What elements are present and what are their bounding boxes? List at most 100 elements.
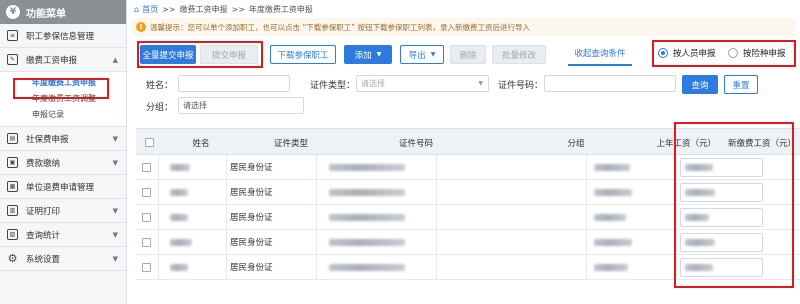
id-type-placeholder: 请选择 <box>361 79 385 88</box>
refund-icon: ▦ <box>7 181 18 192</box>
sidebar-item-label: 单位退费申请管理 <box>26 182 95 193</box>
sidebar-item-statistics[interactable]: ▧ 查询统计 ▼ <box>0 223 126 247</box>
download-employees-button[interactable]: 下载参保职工 <box>270 45 336 64</box>
export-label: 导出 <box>408 50 426 61</box>
chevron-down-icon: ▼ <box>112 159 118 167</box>
new-wage-input[interactable] <box>680 158 763 177</box>
new-wage-input[interactable] <box>680 258 763 277</box>
home-icon: ⌂ <box>134 4 140 14</box>
chart-icon: ▧ <box>7 229 18 240</box>
sidebar-item-label: 缴费工资申报 <box>26 55 78 66</box>
radio-by-person[interactable]: 按人员申报 <box>658 47 716 59</box>
gear-icon: ⚙ <box>7 252 18 265</box>
group-placeholder: 请选择 <box>183 101 207 110</box>
last-year-wage-cell <box>594 180 632 204</box>
document-icon: ▤ <box>7 133 18 144</box>
chevron-down-icon: ▼ <box>112 231 118 239</box>
sidebar-item-social-fee[interactable]: ▤ 社保费申报 ▼ <box>0 127 126 151</box>
sidebar: ¥ 功能菜单 ≡ 职工参保信息管理 ✎ 缴费工资申报 ▲ 年度缴费工资申报 年度… <box>0 0 127 304</box>
row-checkbox[interactable] <box>142 262 151 272</box>
id-type-cell: 居民身份证 <box>230 188 273 198</box>
warning-icon: ! <box>136 22 146 32</box>
sidebar-item-label: 社保费申报 <box>26 134 69 145</box>
id-type-select[interactable]: 请选择 ▼ <box>356 75 489 92</box>
submenu-annual-wage-declaration[interactable]: 年度缴费工资申报 <box>0 74 126 90</box>
row-checkbox[interactable] <box>142 187 151 197</box>
chevron-down-icon: ▼ <box>376 51 382 58</box>
row-select-cell <box>142 155 151 179</box>
employee-table: 姓名 证件类型 证件号码 分组 上年工资（元） 新缴费工资（元） 居民身份证 居… <box>136 128 800 280</box>
select-all-checkbox[interactable] <box>144 138 154 147</box>
table-row[interactable]: 居民身份证 <box>136 205 800 230</box>
sidebar-item-employee-insurance[interactable]: ≡ 职工参保信息管理 <box>0 24 126 48</box>
name-input[interactable] <box>178 75 290 92</box>
table-row[interactable]: 居民身份证 <box>136 155 800 180</box>
id-no-cell <box>329 180 405 204</box>
radio-by-person-label: 按人员申报 <box>673 49 716 59</box>
submenu-declaration-records[interactable]: 申报记录 <box>0 106 126 122</box>
id-no-input[interactable] <box>544 75 676 92</box>
id-type-cell: 居民身份证 <box>230 163 273 173</box>
radio-selected-icon <box>658 48 668 58</box>
collapse-query-toggle[interactable]: 收起查询条件 <box>568 42 632 66</box>
wage-declaration-submenu: 年度缴费工资申报 年度缴费工资调整 申报记录 <box>0 72 126 127</box>
print-icon: ▥ <box>7 205 18 216</box>
sidebar-item-label: 职工参保信息管理 <box>26 31 95 42</box>
sidebar-item-label: 查询统计 <box>26 230 61 241</box>
table-row[interactable]: 居民身份证 <box>136 180 800 205</box>
chevron-up-icon: ▲ <box>112 56 118 64</box>
last-year-wage-cell <box>594 230 632 254</box>
last-year-wage-cell <box>594 155 630 179</box>
header-id-no: 证件号码 <box>398 138 433 149</box>
submit-button[interactable]: 提交申报 <box>200 45 258 64</box>
delete-button[interactable]: 删除 <box>450 45 486 64</box>
sidebar-item-wage-declaration[interactable]: ✎ 缴费工资申报 ▲ <box>0 48 126 72</box>
name-cell <box>170 205 188 229</box>
chevron-down-icon: ▼ <box>112 207 118 215</box>
name-cell <box>170 180 188 204</box>
id-type-cell: 居民身份证 <box>230 263 273 273</box>
query-button[interactable]: 查询 <box>682 75 718 94</box>
submit-all-button[interactable]: 全量提交申报 <box>140 45 196 64</box>
chevron-down-icon: ▼ <box>112 255 118 263</box>
add-button[interactable]: 添加 ▼ <box>344 45 392 64</box>
id-card-icon: ≡ <box>7 30 18 41</box>
row-select-cell <box>142 205 151 229</box>
sidebar-item-refund[interactable]: ▦ 单位退费申请管理 <box>0 175 126 199</box>
radio-by-insurance[interactable]: 按险种申报 <box>728 47 786 59</box>
row-checkbox[interactable] <box>142 212 151 222</box>
select-all-cell <box>142 129 156 156</box>
group-select[interactable]: 请选择 <box>178 97 304 114</box>
last-year-wage-cell <box>594 205 626 229</box>
sidebar-header: ¥ 功能菜单 <box>0 0 126 24</box>
id-type-label: 证件类型： <box>310 81 356 91</box>
chevron-down-icon: ▼ <box>112 135 118 143</box>
export-button[interactable]: 导出 ▼ <box>400 45 444 64</box>
submenu-annual-wage-adjustment[interactable]: 年度缴费工资调整 <box>0 90 126 106</box>
id-no-cell <box>329 230 405 254</box>
toolbar: 全量提交申报 提交申报 下载参保职工 添加 ▼ 导出 ▼ 删除 批量修改 收起查… <box>128 42 800 68</box>
new-wage-input[interactable] <box>680 208 763 227</box>
header-new-wage: 新缴费工资（元） <box>727 138 796 149</box>
batch-edit-button[interactable]: 批量修改 <box>492 45 546 64</box>
new-wage-input[interactable] <box>680 183 763 202</box>
row-checkbox[interactable] <box>142 237 151 247</box>
notice-text: 温馨提示：您可以单个添加职工，也可以点击 “下载参保职工” 按钮下载参保职工列表… <box>150 22 531 32</box>
edit-icon: ✎ <box>7 54 18 65</box>
row-checkbox[interactable] <box>142 162 151 172</box>
breadcrumb-level1[interactable]: 缴费工资申报 <box>179 4 227 15</box>
id-no-cell <box>329 155 405 179</box>
last-year-wage-cell <box>594 255 628 279</box>
chevron-down-icon: ▼ <box>478 80 483 87</box>
reset-button[interactable]: 重置 <box>724 75 758 94</box>
breadcrumb-home[interactable]: 首页 <box>142 4 158 15</box>
header-id-type: 证件类型 <box>273 138 308 149</box>
new-wage-input[interactable] <box>680 233 763 252</box>
breadcrumb-sep: >> <box>162 4 176 14</box>
table-row[interactable]: 居民身份证 <box>136 230 800 255</box>
id-no-cell <box>329 255 405 279</box>
sidebar-item-settings[interactable]: ⚙ 系统设置 ▼ <box>0 247 126 271</box>
sidebar-item-print[interactable]: ▥ 证明打印 ▼ <box>0 199 126 223</box>
table-row[interactable]: 居民身份证 <box>136 255 800 280</box>
sidebar-item-payment[interactable]: ▣ 费款缴纳 ▼ <box>0 151 126 175</box>
